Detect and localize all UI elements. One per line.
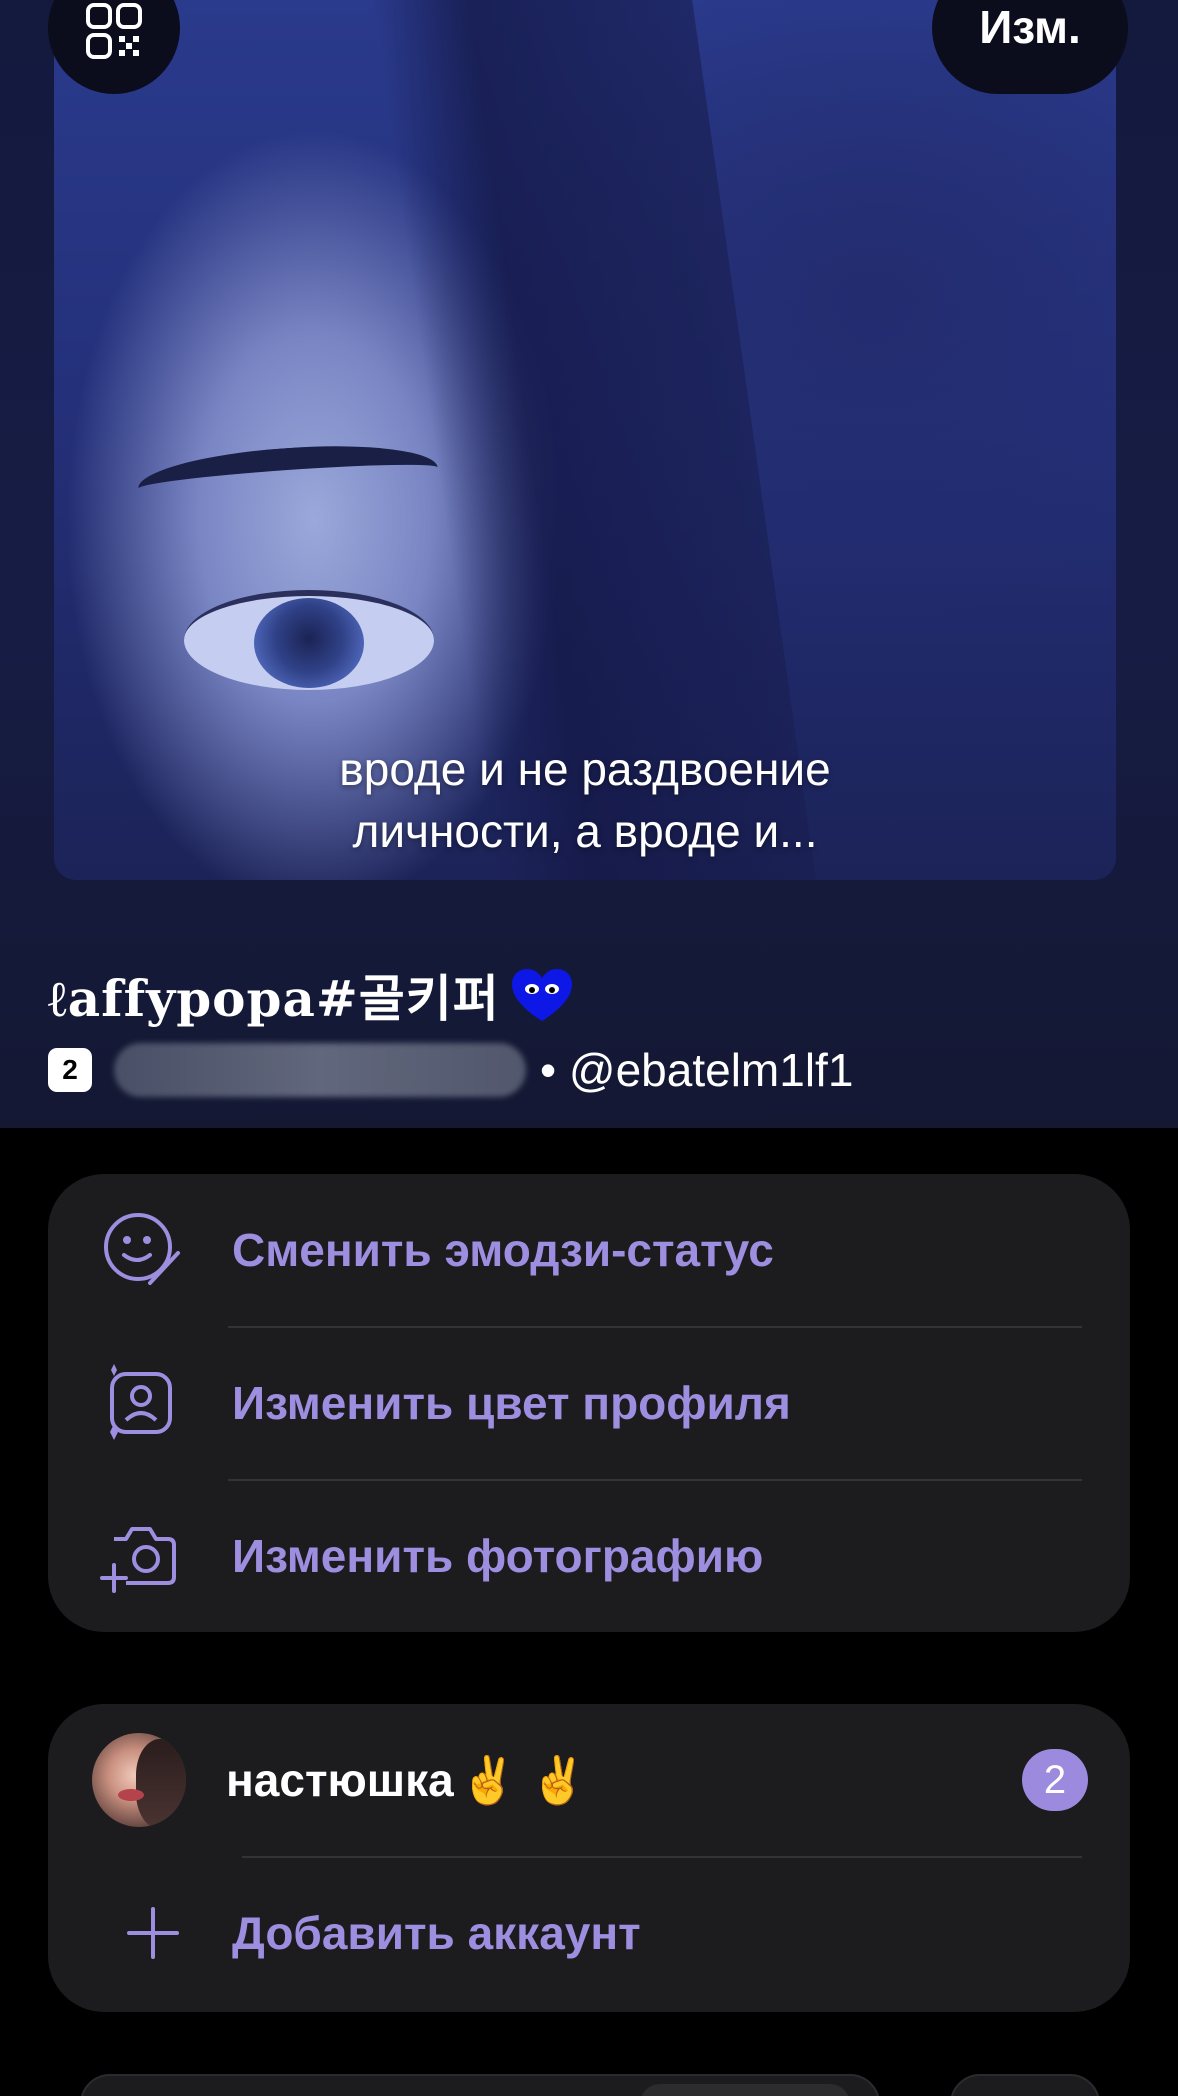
avatar-lips [118, 1789, 144, 1801]
edit-button[interactable]: Изм. [932, 0, 1128, 94]
unread-badge: 2 [1022, 1749, 1088, 1811]
profile-sub-row: 2 • @ebatelm1lf1 [48, 1040, 853, 1100]
profile-name-row: ℓaffyрора#골키퍼 [48, 960, 574, 1030]
profile-name: ℓaffyрора#골키퍼 [48, 969, 500, 1028]
photo-eyebrow [136, 437, 440, 519]
profile-header: вроде и не раздвоение личности, а вроде … [0, 0, 1178, 1128]
photo-eye [184, 590, 434, 690]
qr-code-icon [86, 3, 142, 59]
plus-icon [112, 1892, 194, 1974]
avatar-hair [136, 1739, 186, 1827]
account-name-text: настюшка [226, 1754, 454, 1806]
count-badge: 2 [48, 1048, 92, 1092]
change-emoji-status-label: Сменить эмодзи-статус [232, 1224, 774, 1276]
add-account-row[interactable]: Добавить аккаунт [48, 1857, 1130, 2009]
photo-caption: вроде и не раздвоение личности, а вроде … [54, 738, 1116, 862]
emoji-status-icon [100, 1209, 182, 1291]
accounts-card: настюшка ✌️ ✌️ 2 Добавить аккаунт [48, 1704, 1130, 2012]
photo-iris [254, 598, 364, 688]
account-row[interactable]: настюшка ✌️ ✌️ 2 [48, 1704, 1130, 1856]
profile-color-icon [100, 1362, 182, 1444]
blue-heart-eyes-icon[interactable] [510, 967, 574, 1023]
username[interactable]: • @ebatelm1lf1 [540, 1043, 853, 1097]
profile-photo[interactable]: вроде и не раздвоение личности, а вроде … [54, 0, 1116, 880]
redacted-phone [114, 1043, 526, 1097]
change-emoji-status-row[interactable]: Сменить эмодзи-статус [48, 1174, 1130, 1326]
bottom-pill [640, 2084, 850, 2096]
change-photo-row[interactable]: Изменить фотографию [48, 1480, 1130, 1632]
change-profile-color-row[interactable]: Изменить цвет профиля [48, 1327, 1130, 1479]
account-name: настюшка ✌️ ✌️ [226, 1753, 587, 1808]
change-profile-color-label: Изменить цвет профиля [232, 1377, 791, 1429]
avatar [92, 1733, 186, 1827]
victory-hand-emoji: ✌️ ✌️ [459, 1753, 588, 1806]
photo-caption-line2: личности, а вроде и... [352, 805, 818, 857]
bottom-round-edge [950, 2074, 1100, 2096]
camera-add-icon [100, 1515, 182, 1597]
profile-actions-card: Сменить эмодзи-статус Изменить цвет проф… [48, 1174, 1130, 1632]
change-photo-label: Изменить фотографию [232, 1530, 764, 1582]
photo-caption-line1: вроде и не раздвоение [339, 743, 831, 795]
add-account-label: Добавить аккаунт [232, 1907, 641, 1959]
